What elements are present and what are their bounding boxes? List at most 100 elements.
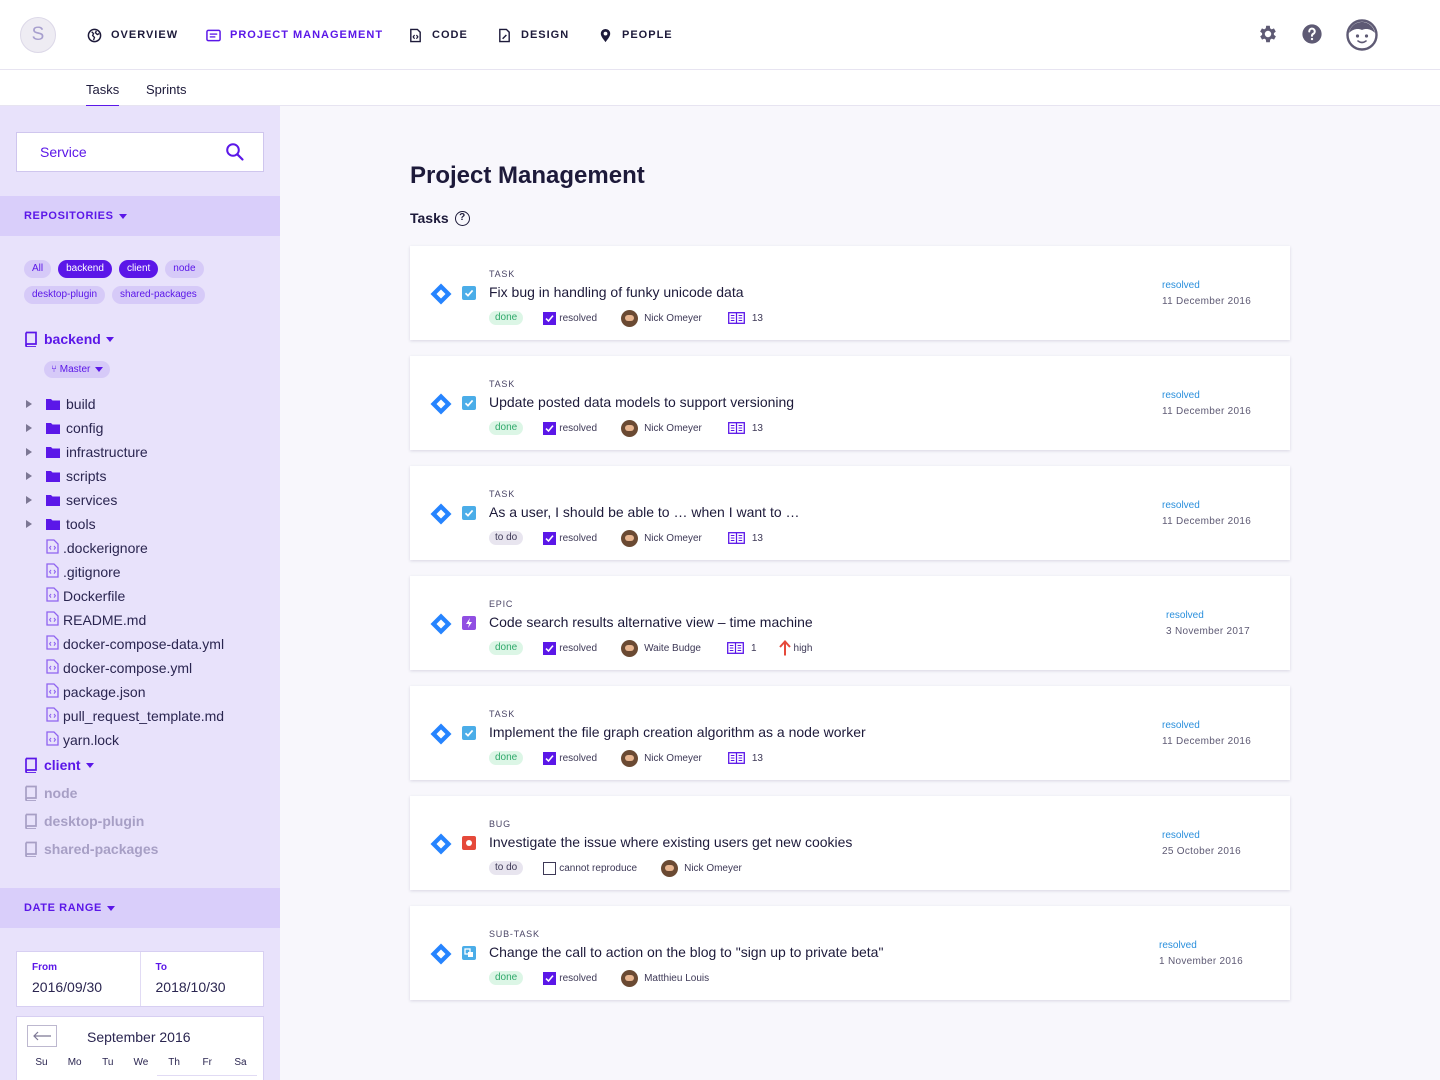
file-item[interactable]: package.json <box>26 683 146 701</box>
folder-item[interactable]: services <box>26 491 117 509</box>
assignee-avatar <box>661 859 679 877</box>
nav-project-management[interactable]: PROJECT MANAGEMENT <box>206 0 383 70</box>
user-avatar-icon <box>1346 19 1378 51</box>
assignee-name[interactable]: Nick Omeyer <box>644 423 702 434</box>
settings-button[interactable] <box>1254 20 1282 48</box>
file-item[interactable]: .dockerignore <box>26 539 148 557</box>
status-badge[interactable]: done <box>489 751 524 765</box>
calendar: September 2016 Su Mo Tu We Th Fr Sa <box>16 1016 264 1080</box>
task-title[interactable]: Change the call to action on the blog to… <box>489 944 883 960</box>
assignee-avatar <box>621 969 639 987</box>
tasks-heading: Tasks ? <box>410 210 470 226</box>
date-range-section-toggle[interactable]: DATE RANGE <box>0 888 280 928</box>
task-card[interactable]: TASK Update posted data models to support… <box>410 356 1290 450</box>
status-badge[interactable]: done <box>489 421 524 435</box>
nav-design[interactable]: DESIGN <box>497 0 569 70</box>
status-badge[interactable]: done <box>489 641 524 655</box>
gear-icon <box>1260 25 1276 43</box>
chip-backend[interactable]: backend <box>58 260 112 278</box>
assignee-name[interactable]: Nick Omeyer <box>644 533 702 544</box>
file-item[interactable]: .gitignore <box>26 563 121 581</box>
tab-sprints[interactable]: Sprints <box>146 82 186 97</box>
task-card[interactable]: BUG Investigate the issue where existing … <box>410 796 1290 890</box>
task-card[interactable]: TASK Fix bug in handling of funky unicode… <box>410 246 1290 340</box>
resolution-checkbox[interactable] <box>543 861 557 875</box>
user-profile-button[interactable] <box>1345 18 1379 52</box>
status-badge[interactable]: done <box>489 971 524 985</box>
folder-item[interactable]: config <box>26 419 103 437</box>
resolution-checkbox[interactable] <box>543 421 557 435</box>
design-file-icon <box>499 28 510 42</box>
repo-shared-packages[interactable]: shared-packages <box>24 841 158 857</box>
status-badge[interactable]: done <box>489 311 524 325</box>
chip-shared-packages[interactable]: shared-packages <box>112 286 205 304</box>
nav-people[interactable]: PEOPLE <box>598 0 673 70</box>
assignee-name[interactable]: Waite Budge <box>644 643 701 654</box>
assignee-name[interactable]: Nick Omeyer <box>644 753 702 764</box>
resolution-checkbox[interactable] <box>543 311 557 325</box>
task-card[interactable]: EPIC Code search results alternative view… <box>410 576 1290 670</box>
file-item[interactable]: docker-compose.yml <box>26 659 192 677</box>
folder-item[interactable]: tools <box>26 515 96 533</box>
chip-all[interactable]: All <box>24 260 52 278</box>
task-card[interactable]: TASK As a user, I should be able to … whe… <box>410 466 1290 560</box>
task-card[interactable]: SUB-TASK Change the call to action on the… <box>410 906 1290 1000</box>
nav-code[interactable]: CODE <box>408 0 468 70</box>
previous-month-button[interactable] <box>27 1025 57 1047</box>
folder-item[interactable]: scripts <box>26 467 106 485</box>
subtask-count: 1 <box>727 642 757 654</box>
repo-client[interactable]: client <box>24 757 94 773</box>
to-date-value[interactable]: 2018/10/30 <box>156 979 264 995</box>
file-item[interactable]: docker-compose-data.yml <box>26 635 224 653</box>
count-value: 13 <box>751 312 763 324</box>
resolution-checkbox[interactable] <box>543 751 557 765</box>
resolution-checkbox[interactable] <box>543 971 557 985</box>
priority-badge: high <box>778 640 812 656</box>
task-title[interactable]: Fix bug in handling of funky unicode dat… <box>489 284 744 300</box>
from-date-field[interactable]: From 2016/09/30 <box>17 952 140 1006</box>
task-card[interactable]: TASK Implement the file graph creation al… <box>410 686 1290 780</box>
assignee-name[interactable]: Nick Omeyer <box>684 863 742 874</box>
tab-tasks[interactable]: Tasks <box>86 82 120 107</box>
status-badge[interactable]: to do <box>489 861 524 875</box>
assignee-name[interactable]: Nick Omeyer <box>644 313 702 324</box>
file-item[interactable]: pull_request_template.md <box>26 707 224 725</box>
count-value: 13 <box>751 752 763 764</box>
chevron-right-icon <box>26 496 32 504</box>
search-input[interactable]: Service <box>40 144 225 160</box>
weekday-label: Tu <box>102 1057 114 1068</box>
search-box[interactable]: Service <box>16 132 264 172</box>
repo-node[interactable]: node <box>24 785 77 801</box>
search-icon[interactable] <box>225 142 245 162</box>
chip-node[interactable]: node <box>165 260 204 278</box>
from-date-value[interactable]: 2016/09/30 <box>32 979 140 995</box>
help-button[interactable] <box>1298 20 1326 48</box>
file-item[interactable]: Dockerfile <box>26 587 125 605</box>
pages-icon <box>727 752 745 764</box>
chip-desktop-plugin[interactable]: desktop-plugin <box>24 286 106 304</box>
to-date-field[interactable]: To 2018/10/30 <box>139 952 264 1006</box>
assignee-name[interactable]: Matthieu Louis <box>644 973 709 984</box>
help-circle-icon[interactable]: ? <box>454 210 470 226</box>
file-item[interactable]: yarn.lock <box>26 731 119 749</box>
arrow-left-icon <box>33 1031 51 1041</box>
task-title[interactable]: Update posted data models to support ver… <box>489 394 794 410</box>
workspace-logo[interactable]: S <box>20 17 56 53</box>
task-title[interactable]: Investigate the issue where existing use… <box>489 834 852 850</box>
folder-item[interactable]: build <box>26 395 96 413</box>
count-value: 13 <box>751 422 763 434</box>
repositories-section-toggle[interactable]: REPOSITORIES <box>0 196 280 236</box>
resolution-checkbox[interactable] <box>543 531 557 545</box>
repo-backend[interactable]: backend <box>24 331 114 347</box>
file-item[interactable]: README.md <box>26 611 146 629</box>
resolution-checkbox[interactable] <box>543 641 557 655</box>
chip-client[interactable]: client <box>118 260 159 278</box>
nav-overview[interactable]: OVERVIEW <box>87 0 178 70</box>
branch-selector[interactable]: ⑂ Master <box>44 361 111 378</box>
task-title[interactable]: Code search results alternative view – t… <box>489 614 813 630</box>
folder-item[interactable]: infrastructure <box>26 443 148 461</box>
repo-desktop-plugin[interactable]: desktop-plugin <box>24 813 144 829</box>
status-badge[interactable]: to do <box>489 531 524 545</box>
task-title[interactable]: As a user, I should be able to … when I … <box>489 504 800 520</box>
task-title[interactable]: Implement the file graph creation algori… <box>489 724 866 740</box>
